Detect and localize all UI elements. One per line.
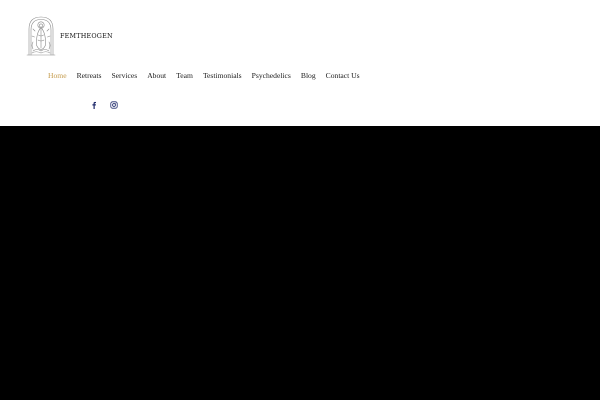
- social-links: [88, 99, 128, 111]
- nav-item-home[interactable]: Home: [48, 70, 67, 82]
- instagram-icon: [110, 101, 118, 109]
- facebook-link[interactable]: [88, 99, 100, 111]
- nav-item-psychedelics[interactable]: Psychedelics: [252, 70, 291, 82]
- instagram-link[interactable]: [108, 99, 120, 111]
- nav-item-contact-us[interactable]: Contact Us: [326, 70, 360, 82]
- nav-item-blog[interactable]: Blog: [301, 70, 316, 82]
- nav-item-about[interactable]: About: [147, 70, 166, 82]
- main-nav: Home Retreats Services About Team Testim…: [48, 70, 370, 82]
- nav-item-testimonials[interactable]: Testimonials: [203, 70, 242, 82]
- hero-section: [0, 126, 600, 400]
- facebook-icon: [92, 101, 96, 109]
- nav-item-team[interactable]: Team: [176, 70, 193, 82]
- brand-name: FEMTHEOGEN: [60, 31, 113, 40]
- goddess-line-art-icon: [26, 16, 56, 56]
- nav-item-services[interactable]: Services: [111, 70, 137, 82]
- nav-item-retreats[interactable]: Retreats: [77, 70, 102, 82]
- site-header: FEMTHEOGEN Home Retreats Services About …: [0, 0, 600, 126]
- page: FEMTHEOGEN Home Retreats Services About …: [0, 0, 600, 400]
- site-logo-link[interactable]: FEMTHEOGEN: [24, 15, 113, 57]
